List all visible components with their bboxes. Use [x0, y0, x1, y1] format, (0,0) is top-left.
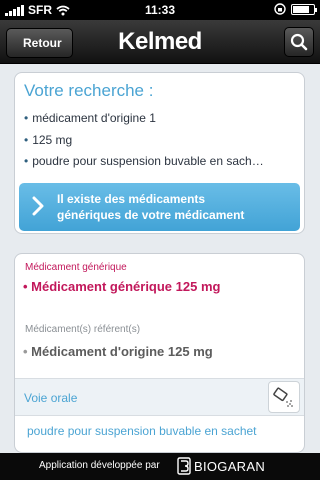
footer-bar: Application développée par BIOGARAN	[0, 453, 320, 480]
reference-label: Médicament(s) référent(s)	[25, 324, 141, 335]
generic-medication[interactable]: • Médicament générique 125 mg	[23, 279, 220, 294]
app-logo: Kelmed	[118, 28, 202, 55]
administration-route-row: Voie orale	[15, 378, 304, 416]
bullet-icon: •	[24, 111, 29, 125]
criterion-item: • 125 mg	[24, 133, 72, 147]
bullet-icon: •	[24, 154, 29, 168]
criterion-text: médicament d'origine 1	[32, 111, 156, 125]
search-title: Votre recherche :	[24, 81, 154, 100]
criterion-item: • poudre pour suspension buvable en sach…	[24, 154, 264, 168]
reference-medication-name: Médicament d'origine 125 mg	[31, 344, 213, 359]
brand-name: BIOGARAN	[194, 458, 266, 474]
criterion-item: • médicament d'origine 1	[24, 111, 156, 125]
footer-text: Application développée par	[39, 460, 160, 471]
bullet-icon: •	[24, 133, 29, 147]
generics-button-line-2: génériques de votre médicament	[57, 208, 245, 222]
criterion-text: poudre pour suspension buvable en sach…	[32, 154, 264, 168]
battery-level	[293, 5, 309, 13]
search-summary-card: Votre recherche : • médicament d'origine …	[14, 72, 305, 234]
reference-medication[interactable]: • Médicament d'origine 125 mg	[23, 344, 213, 359]
generics-available-button[interactable]: Il existe des médicaments génériques de …	[19, 183, 300, 231]
biogaran-mark-icon	[177, 457, 191, 475]
route-label: Voie orale	[24, 391, 78, 405]
criterion-text: 125 mg	[32, 133, 73, 147]
orientation-lock-icon	[274, 3, 286, 15]
biogaran-logo: BIOGARAN	[177, 457, 265, 475]
generic-label: Médicament générique	[25, 262, 127, 273]
battery-icon	[291, 3, 317, 15]
navigation-bar: Retour Kelmed	[0, 20, 320, 64]
generics-button-line-1: Il existe des médicaments	[57, 192, 206, 206]
bullet-icon: •	[23, 279, 32, 294]
search-icon	[290, 33, 308, 51]
status-bar: SFR 11:33	[0, 0, 320, 20]
oral-sachet-icon	[268, 381, 300, 413]
search-button[interactable]	[284, 27, 314, 57]
medication-detail-card: Médicament générique • Médicament généri…	[14, 253, 305, 453]
generic-medication-name: Médicament générique 125 mg	[31, 279, 221, 294]
chevron-right-icon	[32, 196, 44, 216]
pharmaceutical-form: poudre pour suspension buvable en sachet	[27, 424, 257, 438]
clock: 11:33	[144, 3, 176, 17]
bullet-icon: •	[23, 344, 32, 359]
